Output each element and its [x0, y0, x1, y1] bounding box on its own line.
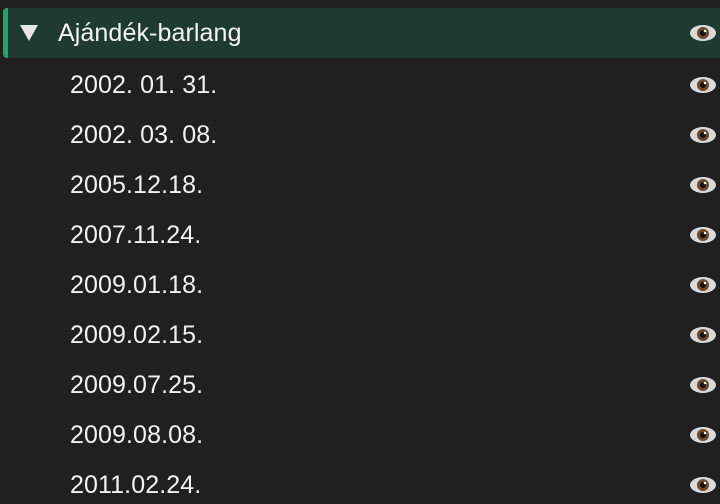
eye-icon[interactable] [689, 425, 717, 445]
layer-item[interactable]: 2009.01.18. [0, 260, 720, 310]
layer-item-label: 2009.08.08. [70, 420, 204, 449]
layer-item[interactable]: 2002. 03. 08. [0, 110, 720, 160]
eye-icon[interactable] [689, 325, 717, 345]
layer-item[interactable]: 2009.02.15. [0, 310, 720, 360]
eye-icon[interactable] [689, 175, 717, 195]
layer-item-label: 2005.12.18. [70, 170, 204, 199]
eye-icon[interactable] [689, 275, 717, 295]
eye-icon[interactable] [689, 225, 717, 245]
group-header-ajandek-barlang[interactable]: Ajándék-barlang [3, 8, 720, 58]
layers-panel: Ajándék-barlang 2002. 01. 31. 2002. 03. 0… [0, 0, 720, 504]
layer-item[interactable]: 2002. 01. 31. [0, 60, 720, 110]
eye-icon[interactable] [689, 23, 717, 43]
layer-item[interactable]: 2009.07.25. [0, 360, 720, 410]
layer-item-label: 2002. 01. 31. [70, 70, 218, 99]
layer-item-label: 2011.02.24. [70, 470, 202, 499]
layer-item-label: 2009.01.18. [70, 270, 204, 299]
layer-item[interactable]: 2007.11.24. [0, 210, 720, 260]
layer-item-label: 2009.07.25. [70, 370, 204, 399]
layer-item-label: 2002. 03. 08. [70, 120, 218, 149]
layer-item[interactable]: 2011.02.24. [0, 460, 720, 504]
eye-icon[interactable] [689, 375, 717, 395]
layer-item-label: 2009.02.15. [70, 320, 204, 349]
layer-item-label: 2007.11.24. [70, 220, 202, 249]
triangle-down-icon[interactable] [18, 22, 40, 44]
group-title: Ajándék-barlang [58, 18, 242, 47]
layer-item[interactable]: 2009.08.08. [0, 410, 720, 460]
eye-icon[interactable] [689, 475, 717, 495]
layer-item[interactable]: 2005.12.18. [0, 160, 720, 210]
eye-icon[interactable] [689, 75, 717, 95]
eye-icon[interactable] [689, 125, 717, 145]
